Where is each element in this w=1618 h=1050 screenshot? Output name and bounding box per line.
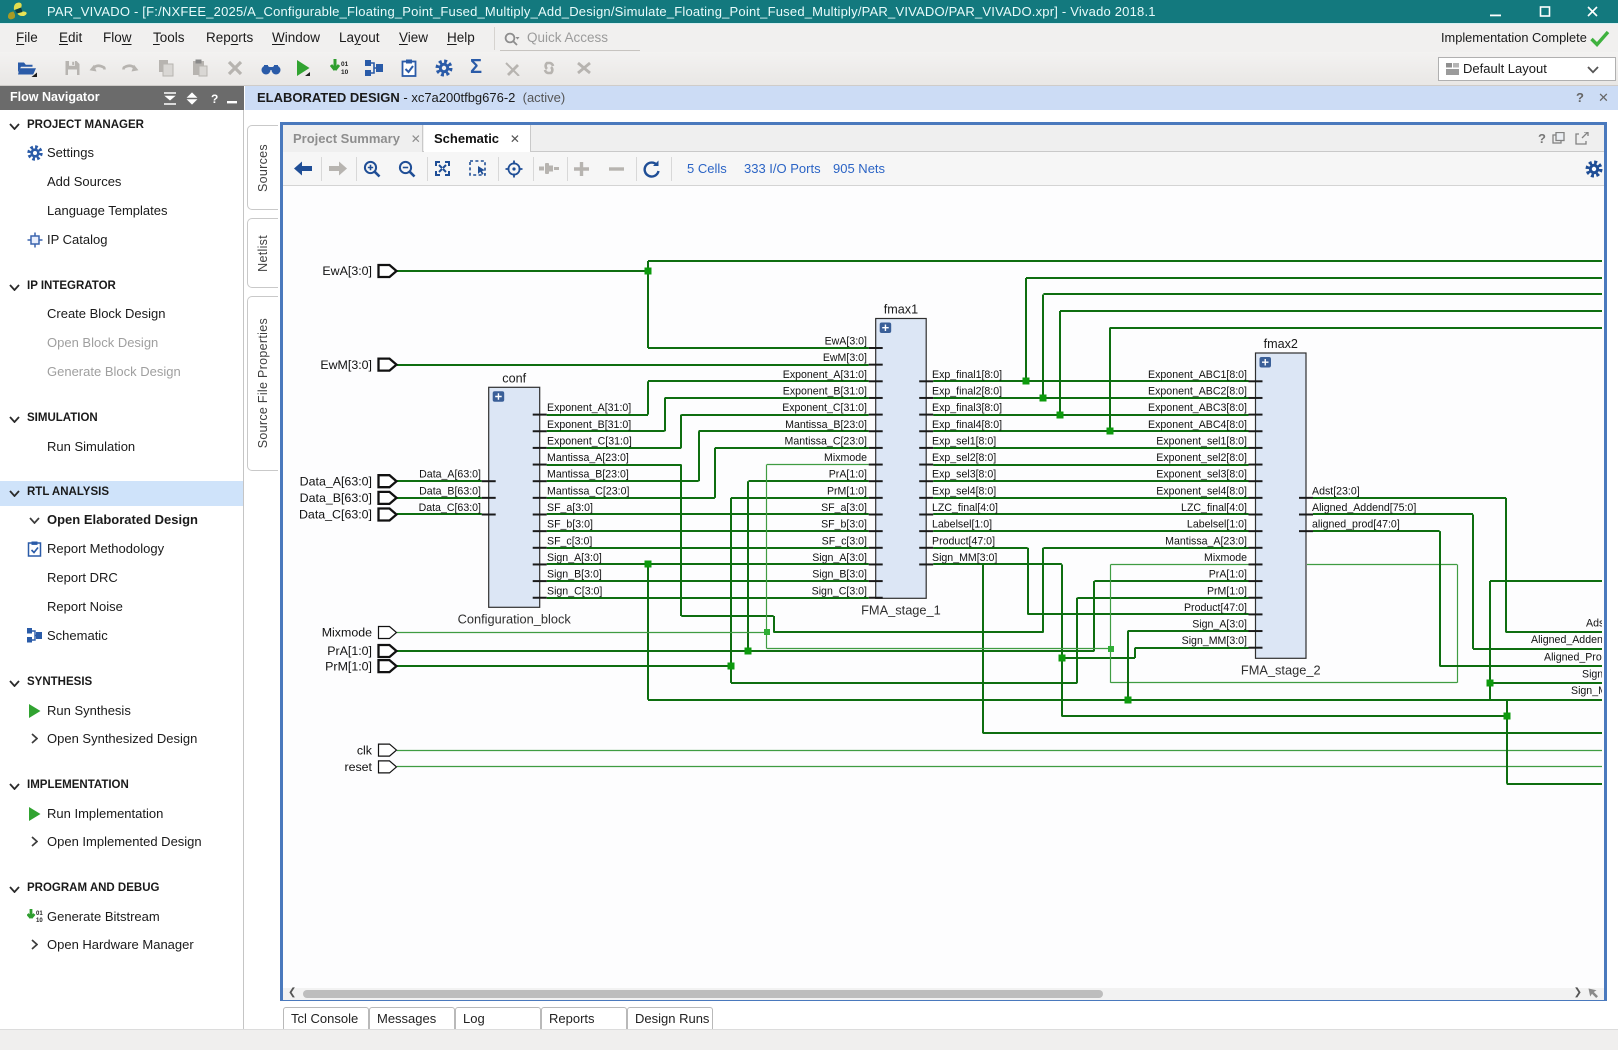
svg-text:Exponent_A[31:0]: Exponent_A[31:0] [547,402,631,414]
svg-text:Sign_MM[3:0]: Sign_MM[3:0] [1182,635,1247,647]
svg-text:Exponent_ABC3[8:0]: Exponent_ABC3[8:0] [1148,402,1247,414]
svg-text:SF_b[3:0]: SF_b[3:0] [547,519,593,531]
svg-text:Exp_final1[8:0]: Exp_final1[8:0] [932,369,1002,381]
svg-text:Mixmode: Mixmode [1204,552,1247,564]
svg-text:EwA[3:0]: EwA[3:0] [825,336,867,348]
svg-text:PrM[1:0]: PrM[1:0] [827,485,867,497]
svg-text:Sign_C[3:0]: Sign_C[3:0] [547,585,602,597]
svg-text:EwM[3:0]: EwM[3:0] [320,358,372,372]
svg-text:Exponent_C[31:0]: Exponent_C[31:0] [547,435,632,447]
svg-text:Exp_sel4[8:0]: Exp_sel4[8:0] [932,485,996,497]
svg-text:clk: clk [357,743,373,757]
svg-text:SF_c[3:0]: SF_c[3:0] [822,535,867,547]
svg-text:Sign_A[3:0]: Sign_A[3:0] [547,552,602,564]
svg-text:Data_B[63:0]: Data_B[63:0] [419,485,481,497]
svg-text:PrA[1:0]: PrA[1:0] [829,469,867,481]
svg-text:Sign_A[3:0]: Sign_A[3:0] [1192,619,1247,631]
svg-text:Sign_MM[3:0]: Sign_MM[3:0] [1571,685,1602,697]
svg-text:Sign_B[3:0]: Sign_B[3:0] [547,569,602,581]
svg-text:Mixmode: Mixmode [322,626,372,640]
svg-text:Exp_sel2[8:0]: Exp_sel2[8:0] [932,452,996,464]
svg-text:01: 01 [36,911,43,917]
svg-text:Adst[23:0]: Adst[23:0] [1312,485,1360,497]
svg-text:Exponent_sel3[8:0]: Exponent_sel3[8:0] [1156,469,1247,481]
svg-text:FMA_stage_1: FMA_stage_1 [861,602,941,617]
svg-text:aligned_prod[47:0]: aligned_prod[47:0] [1312,519,1400,531]
svg-text:PrA[1:0]: PrA[1:0] [1209,569,1247,581]
svg-text:reset: reset [344,760,372,774]
svg-text:Data_A[63:0]: Data_A[63:0] [419,469,481,481]
svg-text:Data_A[63:0]: Data_A[63:0] [300,474,372,488]
svg-text:10: 10 [36,918,43,924]
svg-text:SF_c[3:0]: SF_c[3:0] [547,535,592,547]
svg-text:SF_a[3:0]: SF_a[3:0] [547,502,593,514]
svg-text:Exponent_A[31:0]: Exponent_A[31:0] [783,369,867,381]
svg-text:Aligned_Addend[75:0]: Aligned_Addend[75:0] [1531,634,1602,646]
svg-text:Exp_sel3[8:0]: Exp_sel3[8:0] [932,469,996,481]
svg-text:Sign_MM[3:0]: Sign_MM[3:0] [932,552,997,564]
svg-text:Labelsel[1:0]: Labelsel[1:0] [932,519,992,531]
svg-text:Exp_final4[8:0]: Exp_final4[8:0] [932,419,1002,431]
svg-text:10: 10 [341,69,349,76]
svg-text:PrM[1:0]: PrM[1:0] [325,659,372,673]
svg-text:conf: conf [502,371,526,385]
svg-text:Mantissa_C[23:0]: Mantissa_C[23:0] [785,435,867,447]
svg-text:Sign_C[3:0]: Sign_C[3:0] [812,585,867,597]
svg-text:Exp_final2[8:0]: Exp_final2[8:0] [932,385,1002,397]
svg-text:LZC_final[4:0]: LZC_final[4:0] [932,502,998,514]
svg-text:Sign_A[3:0]: Sign_A[3:0] [812,552,867,564]
svg-text:Aligned_Addend[75:0]: Aligned_Addend[75:0] [1312,502,1416,514]
svg-text:Data_C[63:0]: Data_C[63:0] [419,502,481,514]
svg-text:Exponent_sel1[8:0]: Exponent_sel1[8:0] [1156,435,1247,447]
svg-text:EwM[3:0]: EwM[3:0] [823,352,867,364]
svg-text:PrA[1:0]: PrA[1:0] [327,644,372,658]
svg-text:Exponent_B[31:0]: Exponent_B[31:0] [783,385,867,397]
svg-text:Configuration_block: Configuration_block [458,611,572,626]
svg-text:Exponent_sel2[8:0]: Exponent_sel2[8:0] [1156,452,1247,464]
svg-text:?: ? [211,92,218,105]
svg-text:EwA[3:0]: EwA[3:0] [322,264,372,278]
svg-text:Exp_sel1[8:0]: Exp_sel1[8:0] [932,435,996,447]
svg-text:Sign_B[3:0]: Sign_B[3:0] [812,569,867,581]
svg-text:FMA_stage_2: FMA_stage_2 [1241,662,1321,677]
svg-text:Mantissa_B[23:0]: Mantissa_B[23:0] [547,469,629,481]
svg-text:Exponent_ABC1[8:0]: Exponent_ABC1[8:0] [1148,369,1247,381]
svg-text:Exponent_ABC4[8:0]: Exponent_ABC4[8:0] [1148,419,1247,431]
svg-text:Mantissa_A[23:0]: Mantissa_A[23:0] [1165,535,1247,547]
svg-text:Data_C[63:0]: Data_C[63:0] [299,508,372,522]
svg-text:Product[47:0]: Product[47:0] [932,535,995,547]
svg-text:Exp_final3[8:0]: Exp_final3[8:0] [932,402,1002,414]
svg-text:Aligned_Prod[47:0]: Aligned_Prod[47:0] [1544,651,1602,663]
svg-text:Labelsel[1:0]: Labelsel[1:0] [1187,519,1247,531]
svg-text:Sign_out[3:0]: Sign_out[3:0] [1582,668,1602,680]
svg-text:01: 01 [341,61,349,68]
svg-text:LZC_final[4:0]: LZC_final[4:0] [1181,502,1247,514]
svg-text:Mixmode: Mixmode [824,452,867,464]
svg-text:Exponent_sel4[8:0]: Exponent_sel4[8:0] [1156,485,1247,497]
svg-text:SF_a[3:0]: SF_a[3:0] [821,502,867,514]
svg-text:Product[47:0]: Product[47:0] [1184,602,1247,614]
svg-text:Mantissa_A[23:0]: Mantissa_A[23:0] [547,452,629,464]
svg-text:SF_b[3:0]: SF_b[3:0] [821,519,867,531]
svg-text:Exponent_B[31:0]: Exponent_B[31:0] [547,419,631,431]
svg-text:Data_B[63:0]: Data_B[63:0] [300,491,372,505]
svg-text:Mantissa_B[23:0]: Mantissa_B[23:0] [785,419,867,431]
svg-text:Mantissa_C[23:0]: Mantissa_C[23:0] [547,485,629,497]
svg-text:fmax1: fmax1 [884,303,918,317]
svg-text:fmax2: fmax2 [1264,337,1298,351]
svg-text:Adst[23:0]: Adst[23:0] [1586,618,1602,630]
svg-text:Exponent_ABC2[8:0]: Exponent_ABC2[8:0] [1148,385,1247,397]
svg-text:PrM[1:0]: PrM[1:0] [1207,585,1247,597]
svg-text:Exponent_C[31:0]: Exponent_C[31:0] [782,402,867,414]
